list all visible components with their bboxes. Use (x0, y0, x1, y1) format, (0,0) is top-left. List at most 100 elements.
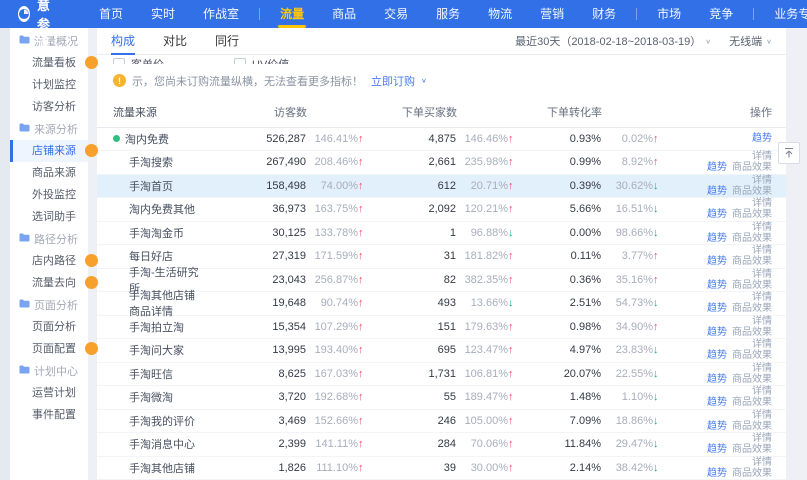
table-row[interactable]: 手淘拍立淘15,354107.29%↑151179.63%↑0.98%34.90… (97, 316, 786, 340)
nav-item-业务专区[interactable]: 业务专区 (760, 0, 807, 28)
nav-item-竞争[interactable]: 竞争 (695, 0, 747, 28)
table-row[interactable]: 手淘淘金币30,125133.78%↑196.88%↓0.00%98.66%↓详… (97, 222, 786, 246)
action-detail[interactable]: 详情 (752, 269, 772, 280)
nav-item-财务[interactable]: 财务 (578, 0, 630, 28)
table-row[interactable]: 淘内免费526,287146.41%↑4,875146.46%↑0.93%0.0… (97, 128, 786, 152)
table-row[interactable]: 手淘其他店铺商品详情19,64890.74%↑49313.66%↓2.51%54… (97, 292, 786, 316)
table-row[interactable]: 手淘旺信8,625167.03%↑1,731106.81%↑20.07%22.5… (97, 363, 786, 387)
sidebar-item-商品来源[interactable]: 商品来源 (10, 162, 88, 184)
sidebar-item-选词助手[interactable]: 选词助手 (10, 206, 88, 228)
table-row[interactable]: 淘内免费其他36,973163.75%↑2,092120.21%↑5.66%16… (97, 198, 786, 222)
table-row[interactable]: 手淘微淘3,720192.68%↑55189.47%↑1.48%1.10%↓详情… (97, 386, 786, 410)
sidebar-section-路径分析[interactable]: 路径分析 (10, 228, 88, 250)
action-detail[interactable]: 详情 (752, 222, 772, 233)
checkbox-客单价[interactable]: 客单价 (113, 56, 164, 64)
sidebar-item-访客分析[interactable]: 访客分析 (10, 96, 88, 118)
action-trend[interactable]: 趋势 (707, 421, 727, 432)
table-row[interactable]: 手淘我的评价3,469152.66%↑246105.00%↑7.09%18.86… (97, 410, 786, 434)
sidebar-item-店铺来源[interactable]: 店铺来源 (10, 140, 88, 162)
sidebar-item-店内路径[interactable]: 店内路径 (10, 250, 88, 272)
sidebar-item-外投监控[interactable]: 外投监控 (10, 184, 88, 206)
nav-item-交易[interactable]: 交易 (370, 0, 422, 28)
action-detail[interactable]: 详情 (752, 151, 772, 162)
nav-item-实时[interactable]: 实时 (137, 0, 189, 28)
nav-item-物流[interactable]: 物流 (474, 0, 526, 28)
tab-同行[interactable]: 同行 (215, 28, 239, 55)
sidebar-item-运营计划[interactable]: 运营计划 (10, 382, 88, 404)
table-row[interactable]: 手淘消息中心2,399141.11%↑28470.06%↑11.84%29.47… (97, 433, 786, 457)
nav-item-首页[interactable]: 首页 (85, 0, 137, 28)
action-effect[interactable]: 商品效果 (732, 397, 772, 408)
table-row[interactable]: 手淘搜索267,490208.46%↑2,661235.98%↑0.99%8.9… (97, 151, 786, 175)
action-detail[interactable]: 详情 (752, 245, 772, 256)
action-detail[interactable]: 详情 (752, 410, 772, 421)
tabs: 构成 对比 同行 (111, 28, 267, 54)
action-effect[interactable]: 商品效果 (732, 421, 772, 432)
nav-item-市场[interactable]: 市场 (643, 0, 695, 28)
checkbox-UV价值[interactable]: UV价值 (234, 56, 289, 64)
action-trend[interactable]: 趋势 (707, 350, 727, 361)
action-trend[interactable]: 趋势 (707, 186, 727, 197)
action-detail[interactable]: 详情 (752, 363, 772, 374)
action-trend[interactable]: 趋势 (752, 133, 772, 144)
table-row[interactable]: 手淘首页158,49874.00%↑61220.71%↑0.39%30.62%↓… (97, 175, 786, 199)
table-row[interactable]: 手淘问大家13,995193.40%↑695123.47%↑4.97%23.83… (97, 339, 786, 363)
action-detail[interactable]: 详情 (752, 316, 772, 327)
action-effect[interactable]: 商品效果 (732, 209, 772, 220)
action-effect[interactable]: 商品效果 (732, 303, 772, 314)
action-trend[interactable]: 趋势 (707, 209, 727, 220)
action-detail[interactable]: 详情 (752, 198, 772, 209)
action-effect[interactable]: 商品效果 (732, 327, 772, 338)
subscribe-link[interactable]: 立即订购 (371, 73, 415, 89)
sidebar-item-流量去向[interactable]: 流量去向 (10, 272, 88, 294)
action-trend[interactable]: 趋势 (707, 468, 727, 479)
action-detail[interactable]: 详情 (752, 457, 772, 468)
action-effect[interactable]: 商品效果 (732, 280, 772, 291)
sidebar-section-计划中心[interactable]: 计划中心 (10, 360, 88, 382)
action-trend[interactable]: 趋势 (707, 303, 727, 314)
tab-构成[interactable]: 构成 (111, 28, 135, 55)
sidebar-section-label: 来源分析 (34, 121, 78, 137)
date-range-selector[interactable]: 最近30天（2018-02-18~2018-03-19） ∨ (515, 33, 711, 49)
action-effect[interactable]: 商品效果 (732, 444, 772, 455)
right-scrollbar-rail[interactable] (786, 28, 807, 480)
action-effect[interactable]: 商品效果 (732, 233, 772, 244)
metric-value: 11.84% (565, 438, 602, 450)
action-effect[interactable]: 商品效果 (732, 468, 772, 479)
action-detail[interactable]: 详情 (752, 175, 772, 186)
action-trend[interactable]: 趋势 (707, 374, 727, 385)
sidebar-item-页面配置[interactable]: 页面配置 (10, 338, 88, 360)
action-trend[interactable]: 趋势 (707, 397, 727, 408)
brand[interactable]: 生意参谋 (18, 0, 55, 52)
action-trend[interactable]: 趋势 (707, 327, 727, 338)
action-trend[interactable]: 趋势 (707, 233, 727, 244)
nav-item-流量[interactable]: 流量 (266, 0, 318, 28)
tab-对比[interactable]: 对比 (163, 28, 187, 55)
action-trend[interactable]: 趋势 (707, 162, 727, 173)
action-effect[interactable]: 商品效果 (732, 256, 772, 267)
action-effect[interactable]: 商品效果 (732, 374, 772, 385)
action-effect[interactable]: 商品效果 (732, 162, 772, 173)
sidebar-item-流量看板[interactable]: 流量看板 (10, 52, 88, 74)
terminal-selector[interactable]: 无线端 ∨ (729, 33, 772, 49)
sidebar-section-来源分析[interactable]: 来源分析 (10, 118, 88, 140)
action-effect[interactable]: 商品效果 (732, 186, 772, 197)
nav-item-商品[interactable]: 商品 (318, 0, 370, 28)
sidebar-section-页面分析[interactable]: 页面分析 (10, 294, 88, 316)
action-trend[interactable]: 趋势 (707, 280, 727, 291)
sidebar-item-计划监控[interactable]: 计划监控 (10, 74, 88, 96)
action-detail[interactable]: 详情 (752, 339, 772, 350)
action-trend[interactable]: 趋势 (707, 444, 727, 455)
nav-item-营销[interactable]: 营销 (526, 0, 578, 28)
action-detail[interactable]: 详情 (752, 386, 772, 397)
nav-item-作战室[interactable]: 作战室 (189, 0, 253, 28)
action-effect[interactable]: 商品效果 (732, 350, 772, 361)
action-detail[interactable]: 详情 (752, 292, 772, 303)
table-row[interactable]: 手淘其他店铺1,826111.10%↑3930.00%↑2.14%38.42%↓… (97, 457, 786, 480)
sidebar-item-页面分析[interactable]: 页面分析 (10, 316, 88, 338)
action-trend[interactable]: 趋势 (707, 256, 727, 267)
back-to-top-button[interactable] (778, 142, 800, 164)
action-detail[interactable]: 详情 (752, 433, 772, 444)
nav-item-服务[interactable]: 服务 (422, 0, 474, 28)
sidebar-item-事件配置[interactable]: 事件配置 (10, 404, 88, 426)
